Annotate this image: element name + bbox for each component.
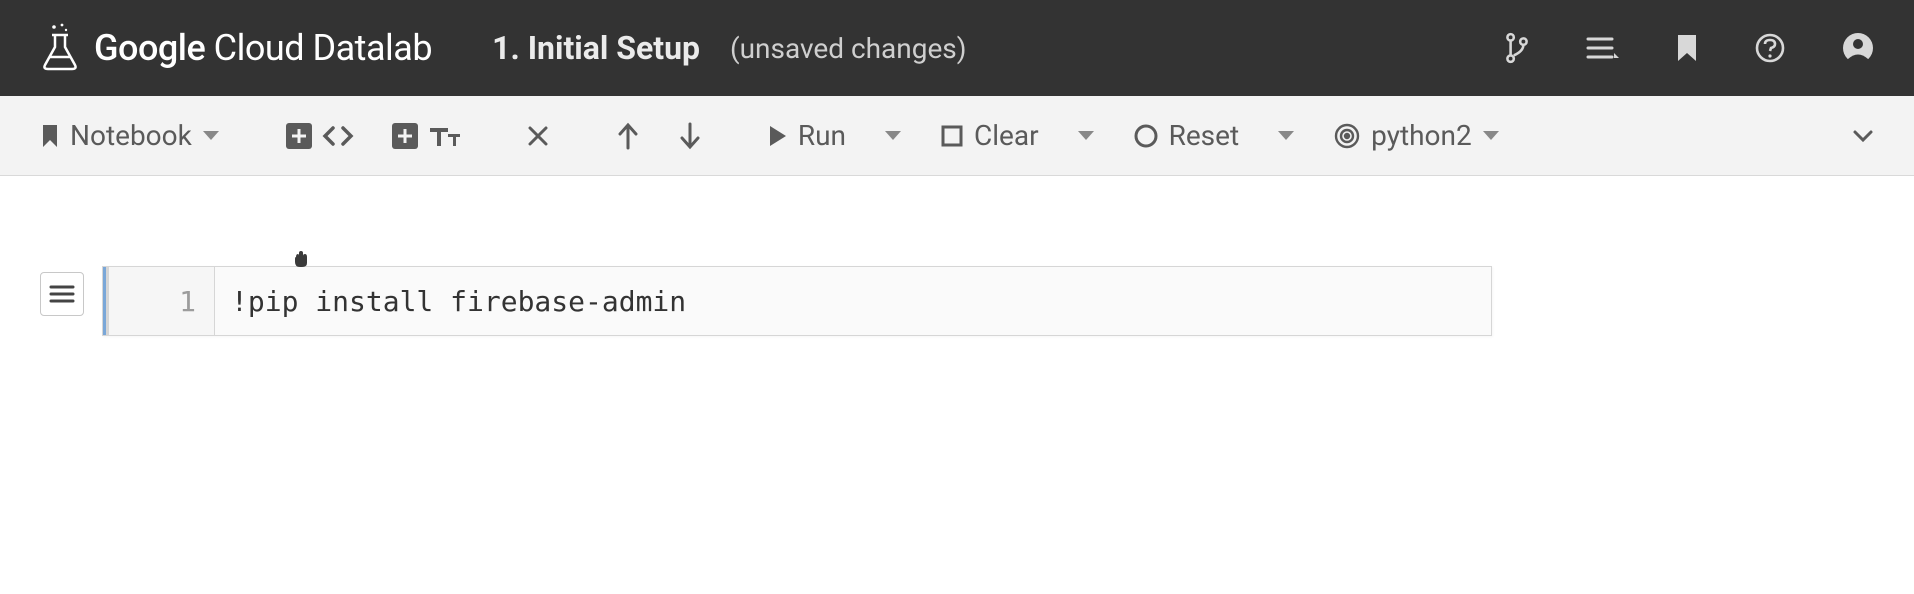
chevron-down-icon [1077, 130, 1095, 142]
move-cell-up-button[interactable] [606, 116, 650, 156]
cell-menu-toggle[interactable] [40, 272, 84, 316]
kernel-label: python2 [1371, 119, 1472, 152]
run-menu-dropdown[interactable] [874, 124, 912, 148]
code-editor[interactable]: !pip install firebase-admin [215, 267, 1491, 335]
notebook-menu-label: Notebook [70, 119, 192, 152]
square-outline-icon [940, 124, 964, 148]
add-text-cell-button[interactable] [382, 117, 470, 155]
chevron-down-icon [202, 130, 220, 142]
clear-menu-dropdown[interactable] [1067, 124, 1105, 148]
text-tt-icon [428, 124, 460, 148]
bookmark-icon[interactable] [1676, 33, 1698, 63]
arrow-down-icon [678, 122, 702, 150]
chevron-down-icon [1277, 130, 1295, 142]
move-cell-down-button[interactable] [668, 116, 712, 156]
close-icon [526, 124, 550, 148]
account-icon[interactable] [1842, 32, 1874, 64]
grab-cursor-icon [291, 249, 311, 273]
reset-button[interactable]: Reset [1123, 113, 1250, 158]
circle-outline-icon [1133, 123, 1159, 149]
save-status: (unsaved changes) [730, 32, 966, 65]
document-title[interactable]: 1. Initial Setup [492, 29, 700, 67]
clear-label: Clear [974, 119, 1039, 152]
arrow-up-icon [616, 122, 640, 150]
clear-button[interactable]: Clear [930, 113, 1049, 158]
header-bar: Google Cloud Datalab 1. Initial Setup (u… [0, 0, 1914, 96]
brand-text: Google Cloud Datalab [94, 27, 432, 69]
plus-square-icon [286, 123, 312, 149]
toolbar: Notebook [0, 96, 1914, 176]
code-text: !pip install firebase-admin [231, 285, 686, 318]
overflow-menu[interactable] [1842, 123, 1884, 149]
flask-icon [40, 23, 80, 73]
hamburger-icon [49, 284, 75, 304]
add-code-cell-button[interactable] [276, 117, 364, 155]
brand-logo: Google Cloud Datalab [40, 23, 432, 73]
help-icon[interactable] [1754, 32, 1786, 64]
toc-icon[interactable] [1586, 35, 1620, 61]
plus-square-icon [392, 123, 418, 149]
delete-cell-button[interactable] [516, 118, 560, 154]
git-branch-icon[interactable] [1504, 32, 1530, 64]
play-icon [768, 124, 788, 148]
notebook-area: 1 !pip install firebase-admin [0, 176, 1914, 376]
line-number-gutter: 1 [109, 267, 215, 335]
bookmark-small-icon [40, 123, 60, 149]
chevron-down-icon [884, 130, 902, 142]
reset-label: Reset [1169, 119, 1240, 152]
chevron-down-icon [1852, 129, 1874, 143]
line-number: 1 [179, 285, 196, 318]
reset-menu-dropdown[interactable] [1267, 124, 1305, 148]
run-button[interactable]: Run [758, 113, 856, 158]
header-icon-group [1504, 32, 1874, 64]
code-angle-icon [322, 124, 354, 148]
kernel-selector[interactable]: python2 [1323, 113, 1510, 158]
code-cell[interactable]: 1 !pip install firebase-admin [102, 266, 1492, 336]
run-label: Run [798, 119, 846, 152]
chevron-down-icon [1482, 130, 1500, 142]
target-icon [1333, 122, 1361, 150]
notebook-menu[interactable]: Notebook [30, 113, 230, 158]
